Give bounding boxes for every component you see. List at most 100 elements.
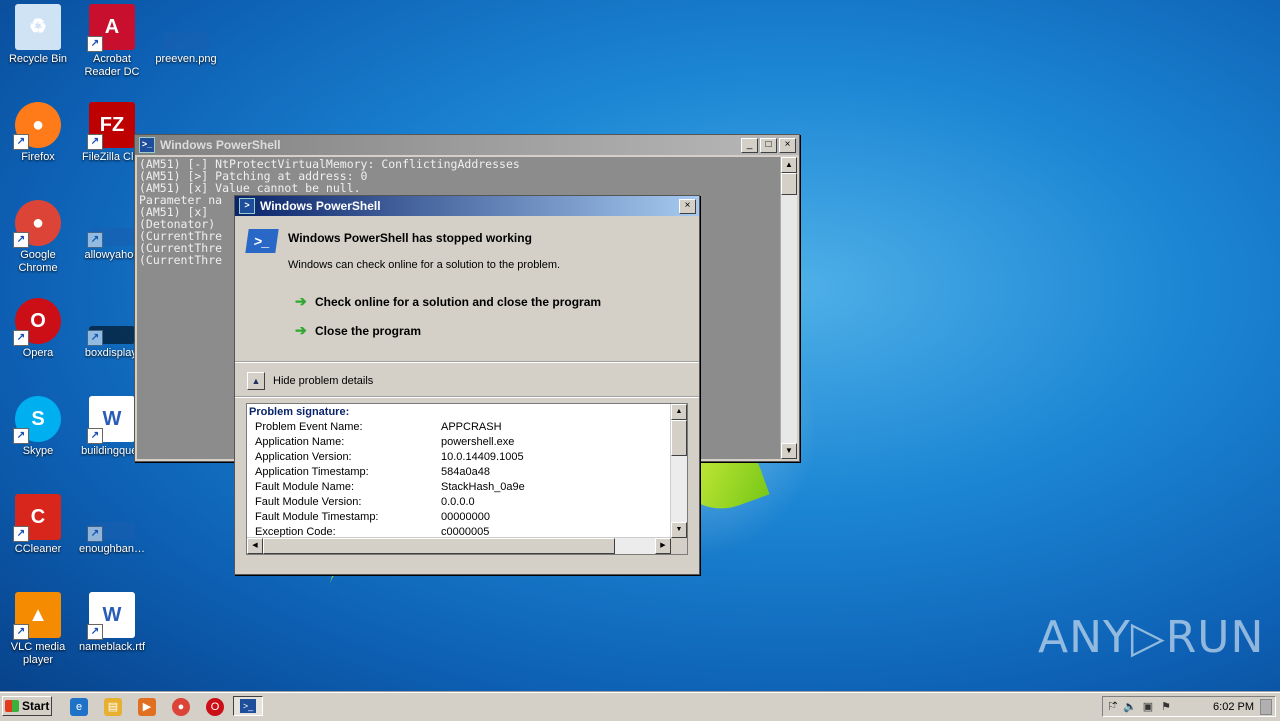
scroll-down-icon[interactable]: ▼: [671, 522, 687, 538]
scroll-thumb[interactable]: [781, 173, 797, 195]
maximize-button[interactable]: □: [760, 137, 777, 153]
signature-key: Application Version:: [255, 451, 352, 463]
error-subtext: Windows can check online for a solution …: [288, 259, 561, 271]
clock[interactable]: 6:02 PM: [1213, 701, 1254, 713]
desktop-icon[interactable]: ↗ enoughban…: [74, 494, 150, 556]
start-label: Start: [22, 699, 50, 713]
desktop-icon-image: W ↗: [87, 396, 135, 444]
show-desktop-button[interactable]: [1260, 698, 1272, 715]
desktop-icon[interactable]: ● ↗ Firefox: [0, 102, 76, 164]
signature-value: StackHash_0a9e: [441, 481, 525, 493]
desktop-icon[interactable]: preeven.png: [148, 4, 224, 66]
chevron-up-icon[interactable]: ▲: [247, 372, 265, 390]
scroll-thumb[interactable]: [263, 538, 615, 554]
desktop-icon[interactable]: ● ↗ Google Chrome: [0, 200, 76, 275]
desktop-icon[interactable]: W ↗ nameblack.rtf: [74, 592, 150, 654]
error-dialog[interactable]: > Windows PowerShell × >_ Windows PowerS…: [234, 195, 700, 575]
desktop-icon[interactable]: ▲ ↗ VLC media player: [0, 592, 76, 667]
error-dialog-body: >_ Windows PowerShell has stopped workin…: [235, 217, 699, 574]
desktop-icon-image: W ↗: [87, 592, 135, 640]
powershell-titlebar[interactable]: >_ Windows PowerShell _ □ ×: [135, 135, 799, 155]
desktop-icon-label: preeven.png: [155, 53, 217, 65]
desktop-icon-label: Recycle Bin: [8, 53, 68, 65]
signature-value: powershell.exe: [441, 436, 515, 448]
green-arrow-icon: ➔: [295, 293, 307, 309]
scroll-down-icon[interactable]: ▼: [781, 443, 797, 459]
details-horizontal-scrollbar[interactable]: ◀ ▶: [247, 537, 671, 554]
desktop-icon[interactable]: C ↗ CCleaner: [0, 494, 76, 556]
signature-row: Fault Module Name: StackHash_0a9e: [248, 480, 670, 495]
scroll-up-icon[interactable]: ▲: [671, 404, 687, 420]
signature-value: 10.0.14409.1005: [441, 451, 524, 463]
scroll-left-icon[interactable]: ◀: [247, 538, 263, 554]
chrome-icon[interactable]: ●: [172, 698, 190, 716]
start-button[interactable]: Start: [2, 696, 52, 716]
desktop-icon-image: ↗: [87, 522, 135, 542]
problem-details-box[interactable]: Problem signature: Problem Event Name: AP…: [246, 403, 688, 555]
signature-key: Problem Event Name:: [255, 421, 363, 433]
desktop-icon-image: [163, 32, 209, 50]
shortcut-arrow-icon: ↗: [87, 134, 103, 150]
anyrun-watermark: ANY▷RUN: [1038, 612, 1265, 663]
desktop-icon-label: Google Chrome: [18, 249, 58, 274]
signature-key: Fault Module Timestamp:: [255, 511, 379, 523]
ie-icon[interactable]: e: [70, 698, 88, 716]
desktop-icon-image: ↗: [87, 228, 135, 248]
details-vertical-scrollbar[interactable]: ▲ ▼: [670, 404, 687, 538]
scroll-up-icon[interactable]: ▲: [781, 157, 797, 173]
check-online-option[interactable]: ➔ Check online for a solution and close …: [295, 293, 601, 310]
media-player-icon[interactable]: ▶: [138, 698, 156, 716]
signature-value: 00000000: [441, 511, 490, 523]
problem-signature-title: Problem signature:: [249, 406, 350, 418]
taskbar: Start e ▤ ▶ ● O >_ ⌃ ⚐ 🔈 ▣ ⚑ 6:02 PM: [0, 692, 1280, 721]
console-scrollbar[interactable]: ▲ ▼: [780, 157, 797, 459]
desktop-icon[interactable]: ♻ Recycle Bin: [0, 4, 76, 66]
signature-row: Fault Module Version: 0.0.0.0: [248, 495, 670, 510]
desktop-icon-label: Skype: [22, 445, 54, 457]
opera-icon[interactable]: O: [206, 698, 224, 716]
close-program-label: Close the program: [315, 323, 422, 338]
desktop-icon[interactable]: A ↗ Acrobat Reader DC: [74, 4, 150, 79]
flag-icon[interactable]: ⚑: [1157, 700, 1175, 713]
taskbar-powershell-button[interactable]: >_: [233, 696, 263, 716]
shortcut-arrow-icon: ↗: [87, 36, 103, 52]
desktop-icon-image: S ↗: [13, 396, 61, 444]
signature-key: Fault Module Name:: [255, 481, 355, 493]
dialog-close-button[interactable]: ×: [679, 198, 696, 214]
scroll-right-icon[interactable]: ▶: [655, 538, 671, 554]
signature-key: Application Timestamp:: [255, 466, 369, 478]
close-program-option[interactable]: ➔ Close the program: [295, 322, 421, 339]
action-center-icon[interactable]: ⚐: [1103, 700, 1121, 713]
green-arrow-icon: ➔: [295, 322, 307, 338]
scroll-thumb[interactable]: [671, 420, 687, 456]
scroll-corner: [671, 538, 687, 554]
shortcut-arrow-icon: ↗: [87, 232, 103, 248]
hide-details-toggle[interactable]: ▲ Hide problem details: [247, 372, 373, 390]
system-tray: ⚐ 🔈 ▣ ⚑ 6:02 PM: [1102, 696, 1276, 717]
shortcut-arrow-icon: ↗: [13, 134, 29, 150]
signature-row: Application Name: powershell.exe: [248, 435, 670, 450]
desktop-icon-label: CCleaner: [14, 543, 62, 555]
desktop-icon-image: ↗: [87, 326, 135, 346]
powershell-icon: >_: [240, 699, 256, 713]
signature-value: 0.0.0.0: [441, 496, 475, 508]
console-line: (AM51) [x] Value cannot be null.: [139, 181, 361, 195]
signature-value: APPCRASH: [441, 421, 502, 433]
shortcut-arrow-icon: ↗: [87, 526, 103, 542]
shortcut-arrow-icon: ↗: [13, 330, 29, 346]
network-icon[interactable]: ▣: [1139, 700, 1157, 713]
problem-signature: Problem signature: Problem Event Name: AP…: [248, 405, 670, 538]
close-button[interactable]: ×: [779, 137, 796, 153]
shortcut-arrow-icon: ↗: [87, 428, 103, 444]
error-dialog-titlebar[interactable]: > Windows PowerShell ×: [235, 196, 699, 216]
desktop-icon[interactable]: S ↗ Skype: [0, 396, 76, 458]
desktop-icon[interactable]: O ↗ Opera: [0, 298, 76, 360]
explorer-icon[interactable]: ▤: [104, 698, 122, 716]
desktop-icon-label: enoughban…: [78, 543, 146, 555]
minimize-button[interactable]: _: [741, 137, 758, 153]
volume-icon[interactable]: 🔈: [1121, 700, 1139, 713]
error-heading: Windows PowerShell has stopped working: [288, 231, 532, 245]
desktop-icon-label: Acrobat Reader DC: [84, 53, 140, 78]
shortcut-arrow-icon: ↗: [13, 526, 29, 542]
signature-value: 584a0a48: [441, 466, 490, 478]
